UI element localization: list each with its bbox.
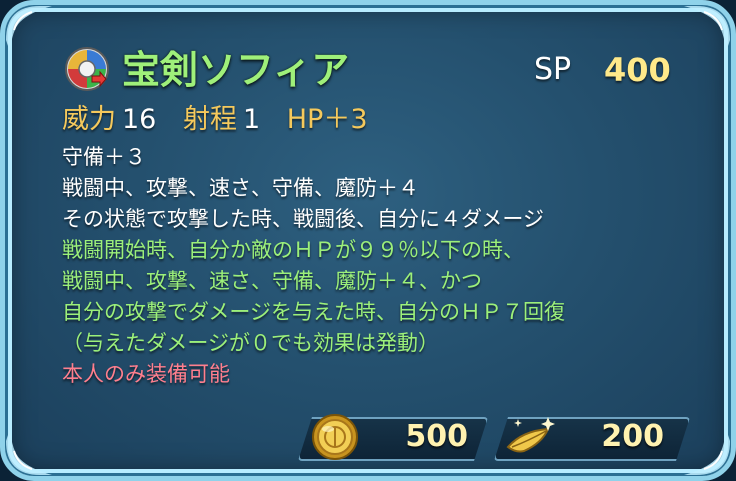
feather-value: 200 [601, 419, 664, 454]
coin-value: 500 [405, 419, 468, 454]
effect-line: その状態で攻撃した時、戦闘後、自分に４ダメージ [62, 207, 544, 231]
skill-name: 宝剣ソフィア [122, 48, 350, 92]
gold-coin-icon [308, 411, 362, 463]
skill-header: 宝剣ソフィア SP 400 [64, 42, 672, 98]
might-label: 威力 [62, 104, 116, 135]
coin-cost: 500 [298, 411, 498, 463]
feather-icon [504, 411, 558, 463]
refine-effect-line: （与えたダメージが０でも効果は発動） [62, 331, 439, 355]
feather-cost: 200 [494, 411, 694, 463]
refine-effect-line: 自分の攻撃でダメージを与えた時、自分のＨＰ７回復 [62, 300, 565, 324]
refine-effect-line: 戦闘中、攻撃、速さ、守備、魔防＋４、かつ [62, 269, 482, 293]
weapon-stats: 威力 16 射程 1 HP＋3 [62, 101, 368, 139]
range-label: 射程 [182, 104, 237, 135]
skill-description: 守備＋３ 戦闘中、攻撃、速さ、守備、魔防＋４ その状態で攻撃した時、戦闘後、自分… [62, 142, 702, 390]
effect-line: 守備＋３ [62, 145, 146, 169]
sp-value: 400 [604, 51, 671, 89]
range-value: 1 [242, 104, 261, 135]
sword-skill-icon [64, 46, 110, 92]
equip-restriction: 本人のみ装備可能 [62, 362, 230, 386]
refine-effect-line: 戦闘開始時、自分か敵のＨＰが９９％以下の時、 [62, 238, 524, 262]
sp-label: SP [534, 52, 572, 87]
might-value: 16 [122, 104, 157, 135]
effect-line: 戦闘中、攻撃、速さ、守備、魔防＋４ [62, 176, 419, 200]
hp-bonus: HP＋3 [286, 104, 368, 135]
